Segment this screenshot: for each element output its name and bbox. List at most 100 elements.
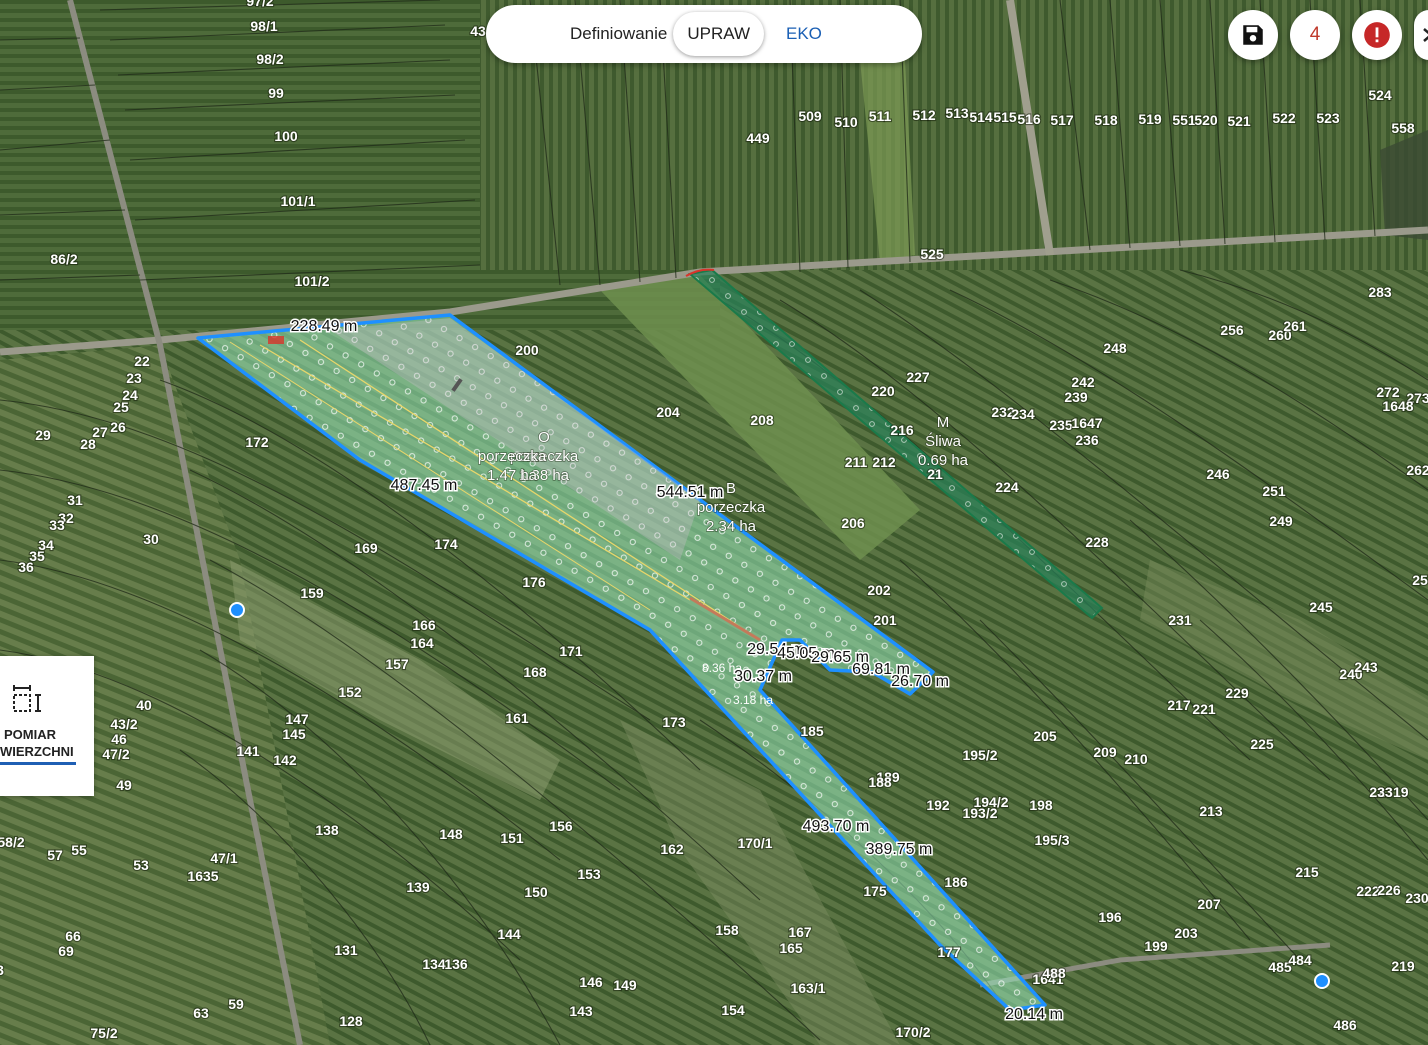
parcel-number: 59 xyxy=(228,996,244,1012)
parcel-number: 138 xyxy=(315,822,339,838)
parcel-number: 261 xyxy=(1283,318,1307,334)
parcel-number: 145 xyxy=(282,726,306,742)
parcel-number: 134 xyxy=(422,956,446,972)
parcel-number: 100 xyxy=(274,128,298,144)
parcel-number: 486 xyxy=(1333,1017,1357,1033)
parcel-number: 517 xyxy=(1050,112,1074,128)
parcel-number: 148 xyxy=(439,826,463,842)
parcel-number: 509 xyxy=(798,108,822,124)
parcel-number: 159 xyxy=(300,585,324,601)
parcel-number: 170/1 xyxy=(737,835,772,851)
parcel-number: 226 xyxy=(1377,882,1401,898)
parcel-number: 142 xyxy=(273,752,297,768)
parcel-number: 139 xyxy=(406,879,430,895)
measure-area-tool[interactable]: POMIAR WIERZCHNI xyxy=(0,656,94,796)
edge-length-label: 30.37 m xyxy=(734,668,792,685)
parcel-number: 98/1 xyxy=(250,18,277,34)
parcel-number: 216 xyxy=(890,422,914,438)
parcel-number: 169 xyxy=(354,540,378,556)
parcel-number: 158 xyxy=(715,922,739,938)
parcel-number: 165 xyxy=(779,940,803,956)
parcel-number: 514 xyxy=(969,109,993,125)
parcel-number: 23 xyxy=(126,370,142,386)
parcel-number: 516 xyxy=(1017,111,1041,127)
count-button[interactable]: 4 xyxy=(1290,10,1340,60)
parcel-number: 153 xyxy=(577,866,601,882)
parcel-number: 174 xyxy=(434,536,458,552)
parcel-number: 55 xyxy=(71,842,87,858)
parcel-number: 173 xyxy=(662,714,686,730)
parcel-number: 131 xyxy=(334,942,358,958)
parcel-number: 176 xyxy=(522,574,546,590)
parcel-number: 22 xyxy=(134,353,150,369)
arrow-icon xyxy=(1423,28,1428,42)
parcel-number: 185 xyxy=(800,723,824,739)
parcel-number: 525 xyxy=(920,246,944,262)
parcel-number: 162 xyxy=(660,841,684,857)
parcel-number: 225 xyxy=(1250,736,1274,752)
parcel-number: 207 xyxy=(1197,896,1221,912)
parcel-number: 101/1 xyxy=(280,193,315,209)
parcel-number: 166 xyxy=(412,617,436,633)
location-marker[interactable] xyxy=(229,602,245,618)
parcel-number: 29 xyxy=(35,427,51,443)
location-marker[interactable] xyxy=(1314,973,1330,989)
parcel-number: 168 xyxy=(523,664,547,680)
parcel-number: 98/2 xyxy=(256,51,283,67)
edge-length-label: 20.14 m xyxy=(1005,1006,1063,1023)
parcel-number: 161 xyxy=(505,710,529,726)
parcel-number: 231 xyxy=(1168,612,1192,628)
parcel-number: 150 xyxy=(524,884,548,900)
parcel-number: 246 xyxy=(1206,466,1230,482)
edge-length-label: 544.51 m xyxy=(657,484,724,501)
parcel-number: 515 xyxy=(993,109,1017,125)
parcel-number: 202 xyxy=(867,582,891,598)
parcel-number: 177 xyxy=(937,944,961,960)
parcel-number: 243 xyxy=(1354,659,1378,675)
parcel-number: 524 xyxy=(1368,87,1392,103)
parcel-number: 58/2 xyxy=(0,834,25,850)
parcel-number: 518 xyxy=(1094,112,1118,128)
parcel-number: 488 xyxy=(1042,965,1066,981)
parcel-number: 230 xyxy=(1405,890,1428,906)
parcel-number: 30 xyxy=(143,531,159,547)
parcel-number: 220 xyxy=(871,383,895,399)
parcel-number: 219 xyxy=(1391,958,1415,974)
parcel-number: 217 xyxy=(1167,697,1191,713)
parcel-number: 551 xyxy=(1172,112,1196,128)
tool-active-underline xyxy=(0,762,76,765)
parcel-number: 196 xyxy=(1098,909,1122,925)
satellite-map[interactable]: 97/298/198/299100101/186/2101/243449509 5… xyxy=(0,0,1428,1045)
parcel-number: 143 xyxy=(569,1003,593,1019)
parcel-number: 136 xyxy=(444,956,468,972)
parcel-number: 152 xyxy=(338,684,362,700)
area-label: 3.18 ha xyxy=(733,693,773,707)
parcel-number: 25 xyxy=(1412,572,1428,588)
edge-length-label: 487.45 m xyxy=(391,477,458,494)
more-button[interactable] xyxy=(1414,10,1428,60)
edge-length-label: 228.49 m xyxy=(291,318,358,335)
parcel-number: 520 xyxy=(1194,112,1218,128)
alert-icon xyxy=(1364,22,1390,48)
parcel-number: 195/3 xyxy=(1034,832,1069,848)
parcel-number: 33 xyxy=(49,517,65,533)
parcel-number: 171 xyxy=(559,643,583,659)
alert-button[interactable] xyxy=(1352,10,1402,60)
parcel-number: 147 xyxy=(285,711,309,727)
parcel-number: 192 xyxy=(926,797,950,813)
parcel-number: 170/2 xyxy=(895,1024,930,1040)
tool-label-line1: POMIAR xyxy=(4,727,56,742)
parcel-number: 172 xyxy=(245,434,269,450)
parcel-number: 47/2 xyxy=(102,746,129,762)
parcel-number: 141 xyxy=(236,743,260,759)
save-button[interactable] xyxy=(1228,10,1278,60)
measure-area-icon xyxy=(13,685,41,712)
parcel-number: 521 xyxy=(1227,113,1251,129)
parcel-number: 523 xyxy=(1316,110,1340,126)
parcel-number: 201 xyxy=(873,612,897,628)
mode-switch: Definiowanie UPRAW EKO xyxy=(486,5,922,63)
parcel-number: 519 xyxy=(1138,111,1162,127)
parcel-number: 209 xyxy=(1093,744,1117,760)
tab-upraw[interactable]: UPRAW xyxy=(673,12,764,56)
tab-eko[interactable]: EKO xyxy=(772,12,836,56)
